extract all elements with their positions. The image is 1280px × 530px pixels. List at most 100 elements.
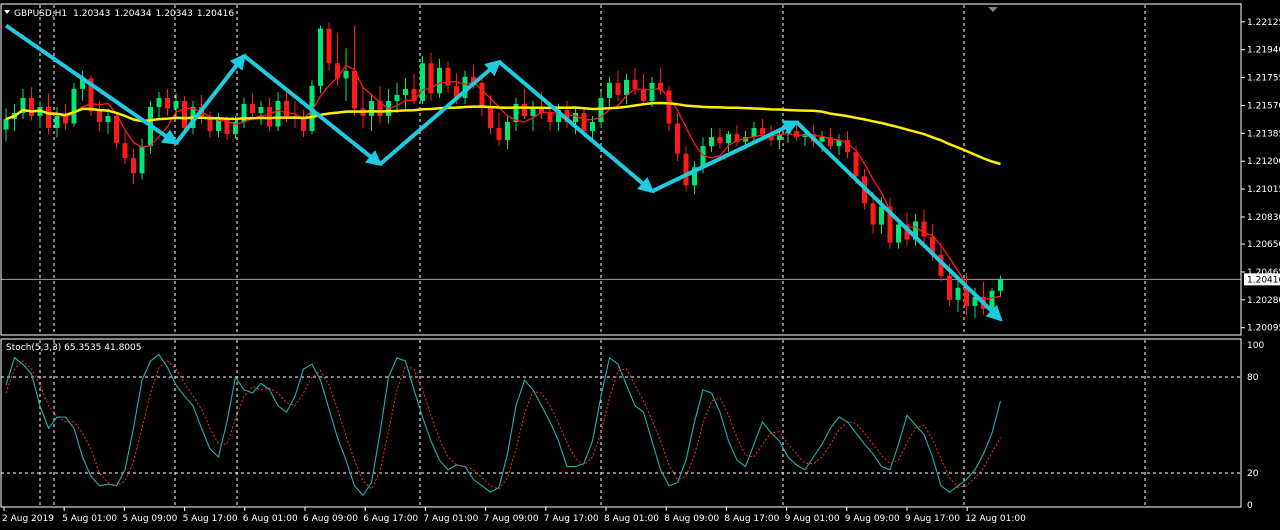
symbol-dropdown-icon[interactable] <box>4 10 10 14</box>
candle-bull[interactable] <box>879 206 884 225</box>
ohlc-open: 1.20343 <box>73 9 110 19</box>
time-axis-label: 8 Aug 09:00 <box>664 514 719 524</box>
candle-bear[interactable] <box>352 70 357 109</box>
candle-bear[interactable] <box>794 131 799 138</box>
stoch-level-label: 0 <box>1247 501 1253 511</box>
candle-bear[interactable] <box>165 97 170 109</box>
candle-bear[interactable] <box>182 100 187 129</box>
stoch-level-label: 20 <box>1247 469 1259 479</box>
chart-canvas[interactable]: 1.22125 1.21940 1.21755 1.21570 1.21385 1.212… <box>0 0 1280 526</box>
candle-bear[interactable] <box>870 203 876 225</box>
candle-bull[interactable] <box>394 94 400 101</box>
time-axis-label: 8 Aug 01:00 <box>604 514 659 524</box>
candle-bear[interactable] <box>250 103 255 113</box>
candle-bear[interactable] <box>114 116 119 144</box>
time-axis-label: 6 Aug 09:00 <box>303 514 358 524</box>
candle-bear[interactable] <box>479 82 485 107</box>
candle-bull[interactable] <box>343 70 349 79</box>
candle-bull[interactable] <box>420 63 425 101</box>
stoch-header: Stoch(5,3,3) 65.3535 41.8005 <box>6 343 141 353</box>
candle-bull[interactable] <box>726 134 731 144</box>
candle-bull[interactable] <box>71 88 77 124</box>
candle-bull[interactable] <box>369 100 374 117</box>
price-chart[interactable] <box>3 22 1004 322</box>
time-axis-label: 7 Aug 17:00 <box>544 514 599 524</box>
main-panel-border <box>0 3 1242 336</box>
candle-bear[interactable] <box>326 28 332 64</box>
ma-fast-line <box>5 64 1001 301</box>
candle-bear[interactable] <box>335 63 340 79</box>
price-tick-label: 1.21385 <box>1247 129 1280 139</box>
candle-bull[interactable] <box>751 128 757 138</box>
trading-chart-window: 1.22125 1.21940 1.21755 1.21570 1.21385 1.212… <box>0 0 1280 526</box>
candle-bear[interactable] <box>488 106 493 129</box>
candle-bear[interactable] <box>46 106 51 129</box>
symbol-header: GBPUSD,H1 1.20343 1.20434 1.20343 1.20416 <box>14 9 234 19</box>
candle-bull[interactable] <box>173 100 179 109</box>
candle-bear[interactable] <box>131 158 136 174</box>
zigzag-arrow <box>242 54 383 167</box>
candle-bear[interactable] <box>760 128 765 135</box>
candle-bull[interactable] <box>3 119 9 130</box>
price-tick-label: 1.21015 <box>1247 185 1280 195</box>
candle-bear[interactable] <box>675 123 680 154</box>
candle-bull[interactable] <box>573 112 578 123</box>
ohlc-close: 1.20416 <box>197 9 234 19</box>
price-tick-label: 1.21200 <box>1247 157 1280 167</box>
candle-bear[interactable] <box>845 140 850 153</box>
stochastic-panel[interactable] <box>1 353 1241 497</box>
zigzag-arrow <box>651 120 800 194</box>
candle-bear[interactable] <box>29 97 34 117</box>
candle-bear[interactable] <box>496 128 502 141</box>
scroll-marker-icon[interactable] <box>988 7 998 12</box>
candle-bear[interactable] <box>853 152 859 177</box>
candle-bear[interactable] <box>301 119 306 132</box>
candle-bull[interactable] <box>54 116 60 129</box>
price-tick-label: 1.20650 <box>1247 240 1280 250</box>
zigzag-arrow <box>497 60 655 194</box>
candle-bull[interactable] <box>649 82 655 101</box>
candle-bull[interactable] <box>955 287 961 300</box>
candle-bull[interactable] <box>403 88 408 95</box>
price-tick-label: 1.21940 <box>1247 46 1280 56</box>
candle-bear[interactable] <box>947 275 952 300</box>
time-axis-label: 9 Aug 17:00 <box>905 514 960 524</box>
candle-bear[interactable] <box>615 82 621 95</box>
candle-bull[interactable] <box>105 116 111 123</box>
candle-bull[interactable] <box>989 290 995 309</box>
stoch-level-label: 80 <box>1247 373 1259 383</box>
candle-bear[interactable] <box>547 112 553 123</box>
candle-bull[interactable] <box>258 106 264 113</box>
candle-bear[interactable] <box>522 103 527 117</box>
price-tick-label: 1.20280 <box>1247 296 1280 306</box>
candle-bear[interactable] <box>445 67 451 86</box>
stoch-panel-border <box>0 338 1242 508</box>
stoch-level-label: 100 <box>1247 341 1264 351</box>
price-tick-label: 1.22125 <box>1247 18 1280 28</box>
candle-bear[interactable] <box>122 143 128 159</box>
time-axis-label: 2 Aug 2019 <box>2 514 54 524</box>
candle-bear[interactable] <box>641 88 646 101</box>
candle-bull[interactable] <box>607 82 612 98</box>
candle-bear[interactable] <box>581 112 587 132</box>
candle-bear[interactable] <box>683 153 689 186</box>
candle-bull[interactable] <box>318 28 323 86</box>
candle-bull[interactable] <box>819 137 825 142</box>
candle-bull[interactable] <box>505 122 510 141</box>
candle-bear[interactable] <box>717 137 723 144</box>
candle-bear[interactable] <box>632 79 638 89</box>
candle-bear[interactable] <box>284 100 289 117</box>
candle-bull[interactable] <box>156 97 162 107</box>
time-axis-label: 7 Aug 01:00 <box>423 514 478 524</box>
zigzag-arrow <box>4 23 179 145</box>
candle-bull[interactable] <box>998 278 1003 291</box>
candle-bull[interactable] <box>896 224 901 243</box>
candle-bull[interactable] <box>590 122 595 132</box>
candle-bull[interactable] <box>709 137 714 147</box>
candle-bull[interactable] <box>139 146 145 174</box>
candle-bear[interactable] <box>97 111 102 123</box>
candle-bear[interactable] <box>921 221 927 237</box>
candle-bull[interactable] <box>437 67 442 94</box>
candle-bull[interactable] <box>624 79 629 95</box>
candle-bull[interactable] <box>275 100 281 127</box>
